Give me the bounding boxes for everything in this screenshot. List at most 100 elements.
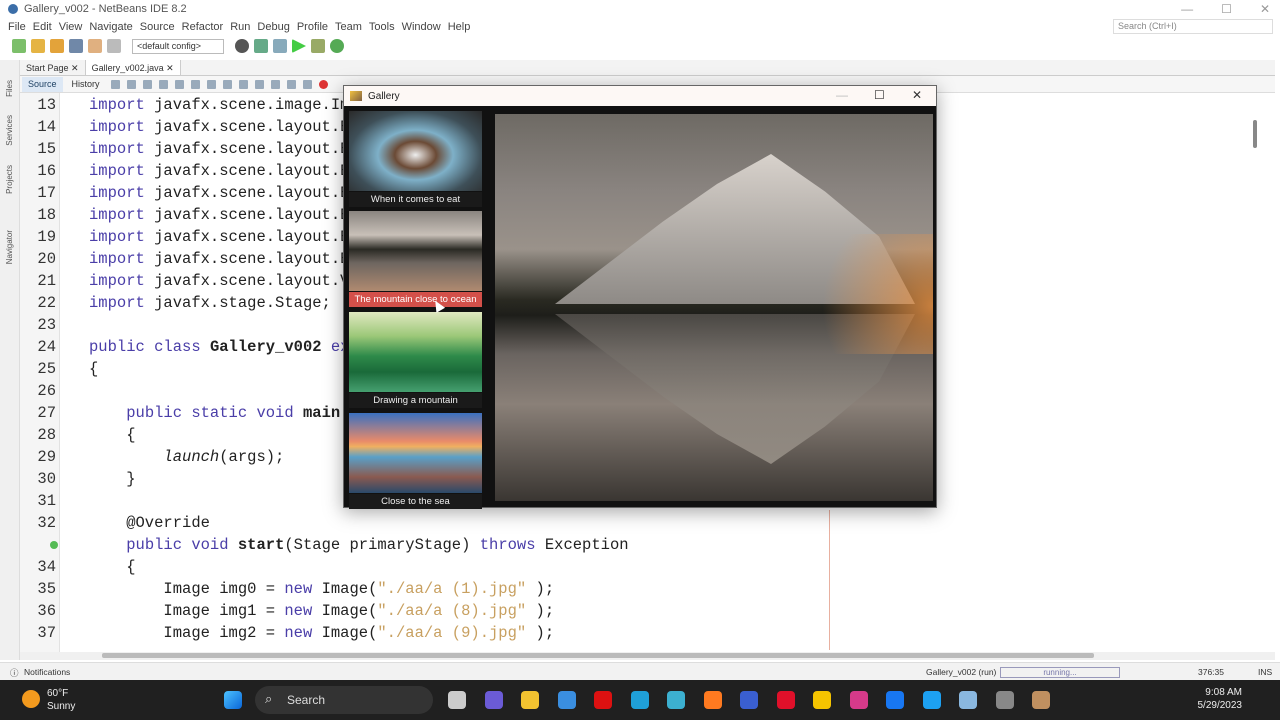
firefox-icon[interactable] bbox=[703, 691, 722, 709]
menu-navigate[interactable]: Navigate bbox=[89, 21, 132, 33]
menu-window[interactable]: Window bbox=[402, 21, 441, 33]
shift-right-icon[interactable] bbox=[302, 79, 312, 89]
open-project-icon[interactable] bbox=[50, 39, 64, 53]
new-project-icon[interactable] bbox=[31, 39, 45, 53]
twitter-icon[interactable] bbox=[922, 691, 941, 709]
side-tab-projects[interactable]: Projects bbox=[5, 165, 14, 194]
taskbar-search[interactable]: Search bbox=[255, 686, 433, 714]
clean-build-icon[interactable] bbox=[254, 39, 268, 53]
start-button[interactable] bbox=[224, 691, 242, 709]
run-icon[interactable] bbox=[292, 39, 306, 53]
weather-sun-icon[interactable] bbox=[22, 690, 40, 708]
code-token: javafx.scene.layout.B bbox=[154, 206, 350, 224]
minimize-button[interactable]: — bbox=[1181, 2, 1193, 16]
task-view-icon[interactable] bbox=[448, 691, 466, 709]
chrome-icon[interactable] bbox=[813, 691, 831, 709]
clean-icon[interactable] bbox=[273, 39, 287, 53]
side-tab-navigator[interactable]: Navigator bbox=[5, 230, 14, 264]
toggle-bookmark-icon[interactable] bbox=[270, 79, 280, 89]
line-number: 31 bbox=[37, 492, 56, 510]
close-icon[interactable]: ✕ bbox=[71, 63, 79, 73]
code-token: (Stage primaryStage) bbox=[284, 536, 471, 554]
back-icon[interactable] bbox=[126, 79, 136, 89]
opera-icon[interactable] bbox=[776, 691, 795, 709]
profile-icon[interactable] bbox=[330, 39, 344, 53]
gallery-maximize-button[interactable]: ☐ bbox=[874, 88, 885, 102]
vertical-scrollbar[interactable] bbox=[1253, 120, 1257, 148]
notifications-label[interactable]: Notifications bbox=[24, 667, 70, 677]
menu-debug[interactable]: Debug bbox=[257, 21, 289, 33]
thumbnail-sea[interactable]: Close to the sea bbox=[349, 413, 482, 509]
redo-icon[interactable] bbox=[107, 39, 121, 53]
menu-tools[interactable]: Tools bbox=[369, 21, 395, 33]
code-text: Image img2 = new Image("./aa/a (9).jpg" … bbox=[89, 622, 554, 644]
tab-gallery-java[interactable]: Gallery_v002.java ✕ bbox=[85, 60, 181, 75]
menu-run[interactable]: Run bbox=[230, 21, 250, 33]
menu-help[interactable]: Help bbox=[448, 21, 471, 33]
mail-icon[interactable] bbox=[557, 691, 576, 709]
find-next-icon[interactable] bbox=[190, 79, 200, 89]
gallery-minimize-button[interactable]: — bbox=[836, 88, 848, 102]
app-cube-icon[interactable] bbox=[959, 691, 977, 709]
gallery-close-button[interactable]: ✕ bbox=[912, 88, 922, 102]
find-prev-icon[interactable] bbox=[174, 79, 184, 89]
close-icon[interactable]: ✕ bbox=[166, 63, 174, 73]
notifications-icon[interactable]: ⓘ bbox=[10, 667, 19, 679]
run-progress-bar[interactable]: running... bbox=[1000, 667, 1120, 678]
find-icon[interactable] bbox=[158, 79, 168, 89]
code-token: Image img0 = bbox=[89, 580, 285, 598]
thumbnail-mountain-ocean[interactable]: The mountain close to ocean bbox=[349, 211, 482, 307]
save-all-icon[interactable] bbox=[69, 39, 83, 53]
forward-icon[interactable] bbox=[142, 79, 152, 89]
obs-icon[interactable] bbox=[995, 691, 1014, 709]
l-app-icon[interactable] bbox=[667, 691, 685, 709]
history-tab[interactable]: History bbox=[66, 77, 106, 92]
facebook-icon[interactable] bbox=[886, 691, 904, 709]
search-input[interactable]: Search (Ctrl+I) bbox=[1113, 19, 1273, 34]
menu-edit[interactable]: Edit bbox=[33, 21, 52, 33]
scroll-thumb[interactable] bbox=[102, 653, 1094, 658]
maximize-button[interactable]: ☐ bbox=[1221, 2, 1232, 16]
code-token: Exception bbox=[544, 536, 629, 554]
close-button[interactable]: ✕ bbox=[1260, 2, 1270, 16]
shift-left-icon[interactable] bbox=[286, 79, 296, 89]
new-file-icon[interactable] bbox=[12, 39, 26, 53]
debug-icon[interactable] bbox=[311, 39, 325, 53]
menu-source[interactable]: Source bbox=[140, 21, 175, 33]
system-clock[interactable]: 9:08 AM 5/29/2023 bbox=[1198, 686, 1243, 712]
build-icon[interactable] bbox=[235, 39, 249, 53]
line-number: 20 bbox=[37, 250, 56, 268]
edge-icon[interactable] bbox=[630, 691, 649, 709]
undo-icon[interactable] bbox=[88, 39, 102, 53]
menu-profile[interactable]: Profile bbox=[297, 21, 328, 33]
menu-refactor[interactable]: Refactor bbox=[182, 21, 224, 33]
source-tab[interactable]: Source bbox=[22, 76, 63, 92]
app-icon[interactable] bbox=[740, 691, 758, 709]
side-tab-files[interactable]: Files bbox=[5, 80, 14, 97]
menu-file[interactable]: File bbox=[8, 21, 26, 33]
config-select[interactable]: <default config> bbox=[132, 38, 224, 54]
teams-icon[interactable] bbox=[484, 691, 503, 709]
menu-view[interactable]: View bbox=[59, 21, 83, 33]
select-icon[interactable] bbox=[222, 79, 232, 89]
next-bookmark-icon[interactable] bbox=[254, 79, 264, 89]
override-marker-icon[interactable] bbox=[50, 541, 58, 549]
file-explorer-icon[interactable] bbox=[521, 691, 539, 709]
java-app-icon[interactable] bbox=[1032, 691, 1050, 709]
last-edit-icon[interactable] bbox=[110, 79, 120, 89]
side-tab-services[interactable]: Services bbox=[5, 115, 14, 146]
record-macro-icon[interactable] bbox=[318, 79, 328, 89]
instagram-icon[interactable] bbox=[849, 691, 868, 709]
toggle-highlight-icon[interactable] bbox=[206, 79, 216, 89]
weather-widget[interactable]: 60°F Sunny bbox=[47, 687, 75, 713]
code-token: Image img2 = bbox=[89, 624, 285, 642]
line-number: 35 bbox=[37, 580, 56, 598]
menu-team[interactable]: Team bbox=[335, 21, 362, 33]
tab-start-page[interactable]: Start Page ✕ bbox=[20, 60, 86, 75]
thumbnail-food[interactable]: When it comes to eat bbox=[349, 111, 482, 207]
prev-bookmark-icon[interactable] bbox=[238, 79, 248, 89]
recorder-icon[interactable] bbox=[594, 691, 612, 709]
horizontal-scrollbar[interactable] bbox=[20, 652, 1275, 660]
thumbnail-drawing-mountain[interactable]: Drawing a mountain bbox=[349, 312, 482, 408]
line-number: 16 bbox=[37, 162, 56, 180]
